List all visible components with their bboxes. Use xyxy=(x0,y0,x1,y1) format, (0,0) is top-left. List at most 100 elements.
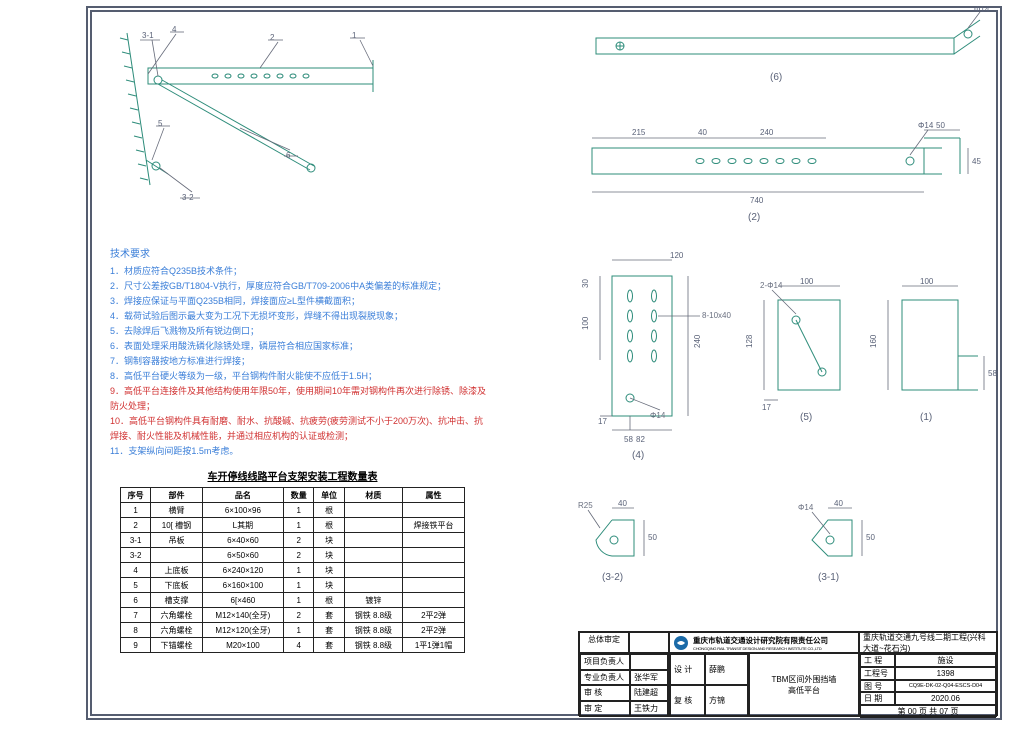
bom-cell: L其期 xyxy=(202,518,284,533)
bom-header-cell: 品名 xyxy=(202,488,284,503)
project-name: 重庆轨道交通九号线二期工程(兴科大道~花石沟) xyxy=(859,632,997,653)
phase-value: 施设 xyxy=(895,654,996,667)
bom-cell: 下底板 xyxy=(151,578,202,593)
bom-cell: 7 xyxy=(121,608,151,623)
table-row: 6槽支撑6[×4601根镀锌 xyxy=(121,593,465,608)
company-cell: 重庆市轨道交通设计研究院有限责任公司 CHONGQING RAIL TRANSI… xyxy=(669,632,859,653)
check-role: 复 核 xyxy=(670,685,705,716)
bom-cell xyxy=(403,563,465,578)
drawing-title-1: TBM区间外围挡墙 xyxy=(772,674,837,685)
bom-cell: 镀锌 xyxy=(344,593,402,608)
bom-cell: 1 xyxy=(284,518,314,533)
bom-header-cell: 材质 xyxy=(344,488,402,503)
bom-header-cell: 属性 xyxy=(403,488,465,503)
bom-cell: M20×100 xyxy=(202,638,284,653)
approve-name: 王铁力 xyxy=(630,701,668,717)
bom-cell xyxy=(403,548,465,563)
bom-cell: 钢铁 8.8级 xyxy=(344,638,402,653)
design-name: 薛鹏 xyxy=(705,654,748,685)
bom-cell xyxy=(344,518,402,533)
note-item: 11．支架纵向间距按1.5m考虑。 xyxy=(110,444,490,459)
bom-cell: 3-2 xyxy=(121,548,151,563)
bom-cell: 5 xyxy=(121,578,151,593)
bom-cell xyxy=(403,578,465,593)
bom-cell: 1 xyxy=(284,503,314,518)
table-row: 3-1吊板6×40×602块 xyxy=(121,533,465,548)
phase-label: 工 程 xyxy=(860,654,895,667)
bom-cell xyxy=(403,533,465,548)
bom-cell: 钢铁 8.8级 xyxy=(344,623,402,638)
bom-cell: 根 xyxy=(314,503,344,518)
drawing-title-2: 高低平台 xyxy=(788,685,820,696)
bom-cell xyxy=(344,503,402,518)
table-row: 4上底板6×240×1201块 xyxy=(121,563,465,578)
bom-cell: 根 xyxy=(314,593,344,608)
bom-title: 车开停线线路平台支架安装工程数量表 xyxy=(120,468,465,483)
approve-role: 审 定 xyxy=(580,701,630,717)
bom-cell: 1平1弹1帽 xyxy=(403,638,465,653)
page-value: 第 00 页 共 07 页 xyxy=(860,705,996,718)
bom-cell: 套 xyxy=(314,623,344,638)
note-item: 8．高低平台硬火等级为一级，平台钢构件耐火能使不应低于1.5H； xyxy=(110,369,490,384)
bom-cell: 9 xyxy=(121,638,151,653)
bom-cell: 六角螺栓 xyxy=(151,608,202,623)
table-row: 8六角螺栓M12×120(全牙)1套钢铁 8.8级2平2弹 xyxy=(121,623,465,638)
bom-cell: 6×100×96 xyxy=(202,503,284,518)
projno-value: 1398 xyxy=(895,667,996,680)
bom-cell: 块 xyxy=(314,578,344,593)
bom-header-cell: 单位 xyxy=(314,488,344,503)
review-role: 审 核 xyxy=(580,685,630,701)
note-item: 3．焊接应保证与平面Q235B相同，焊接面应≥L型件横截面积； xyxy=(110,294,490,309)
bom-cell: 8 xyxy=(121,623,151,638)
note-item: 2．尺寸公差按GB/T1804-V执行，厚度应符合GB/T709-2006中A类… xyxy=(110,279,490,294)
bom-cell xyxy=(344,563,402,578)
bom-cell: 6[×460 xyxy=(202,593,284,608)
bom-cell: 套 xyxy=(314,608,344,623)
note-item: 9．高低平台连接件及其他结构使用年限50年，使用期间10年需对钢构件再次进行除锈… xyxy=(110,384,490,414)
bom-cell: 6×160×100 xyxy=(202,578,284,593)
bom-cell: M12×140(全牙) xyxy=(202,608,284,623)
bom-cell: 6 xyxy=(121,593,151,608)
bom-cell: 上底板 xyxy=(151,563,202,578)
bom-cell: 6×40×60 xyxy=(202,533,284,548)
table-row: 3-26×50×602块 xyxy=(121,548,465,563)
spec-role: 专业负责人 xyxy=(580,670,630,686)
bom-cell: 1 xyxy=(121,503,151,518)
note-item: 7．钢制容器按地方标准进行焊接； xyxy=(110,354,490,369)
technical-notes: 技术要求 1．材质应符合Q235B技术条件；2．尺寸公差按GB/T1804-V执… xyxy=(110,245,490,459)
bom-cell: 4 xyxy=(284,638,314,653)
bom-cell xyxy=(344,578,402,593)
note-item: 10．高低平台钢构件具有耐磨、耐水、抗酸碱、抗疲劳(疲劳测试不小于200万次)、… xyxy=(110,414,490,444)
bom-cell: 2 xyxy=(284,548,314,563)
bom-cell: 槽支撑 xyxy=(151,593,202,608)
bom-cell: 4 xyxy=(121,563,151,578)
bom-cell: 六角螺栓 xyxy=(151,623,202,638)
bom-cell: 2平2弹 xyxy=(403,623,465,638)
pm-name xyxy=(630,654,668,670)
bom-cell: 1 xyxy=(284,563,314,578)
bom-cell: 3-1 xyxy=(121,533,151,548)
table-row: 5下底板6×160×1001块 xyxy=(121,578,465,593)
bom-cell: 1 xyxy=(284,623,314,638)
bom-cell: 块 xyxy=(314,533,344,548)
note-item: 4．载荷试验后图示最大变为工况下无损坏变形，焊缝不得出现裂脱现象； xyxy=(110,309,490,324)
table-row: 9下锚螺栓M20×1004套钢铁 8.8级1平1弹1帽 xyxy=(121,638,465,653)
bom-cell xyxy=(344,533,402,548)
bom-cell: 钢铁 8.8级 xyxy=(344,608,402,623)
note-item: 1．材质应符合Q235B技术条件； xyxy=(110,264,490,279)
notes-header: 技术要求 xyxy=(110,245,490,260)
spec-name: 张华军 xyxy=(630,670,668,686)
pm-role: 项目负责人 xyxy=(580,654,630,670)
bom-cell: 2 xyxy=(284,608,314,623)
review-name: 陆建超 xyxy=(630,685,668,701)
approver-role-cell: 总体审定 xyxy=(579,632,629,653)
table-row: 1横臂6×100×961根 xyxy=(121,503,465,518)
bom-cell xyxy=(151,548,202,563)
note-item: 5．去除焊后飞溅物及所有锐边倒口； xyxy=(110,324,490,339)
bom-header-cell: 数量 xyxy=(284,488,314,503)
approver-cell xyxy=(629,632,669,653)
bom-table-container: 车开停线线路平台支架安装工程数量表 序号部件品名数量单位材质属性 1横臂6×10… xyxy=(120,468,465,653)
bom-cell: 块 xyxy=(314,548,344,563)
bom-cell: 6×240×120 xyxy=(202,563,284,578)
bom-cell xyxy=(344,548,402,563)
